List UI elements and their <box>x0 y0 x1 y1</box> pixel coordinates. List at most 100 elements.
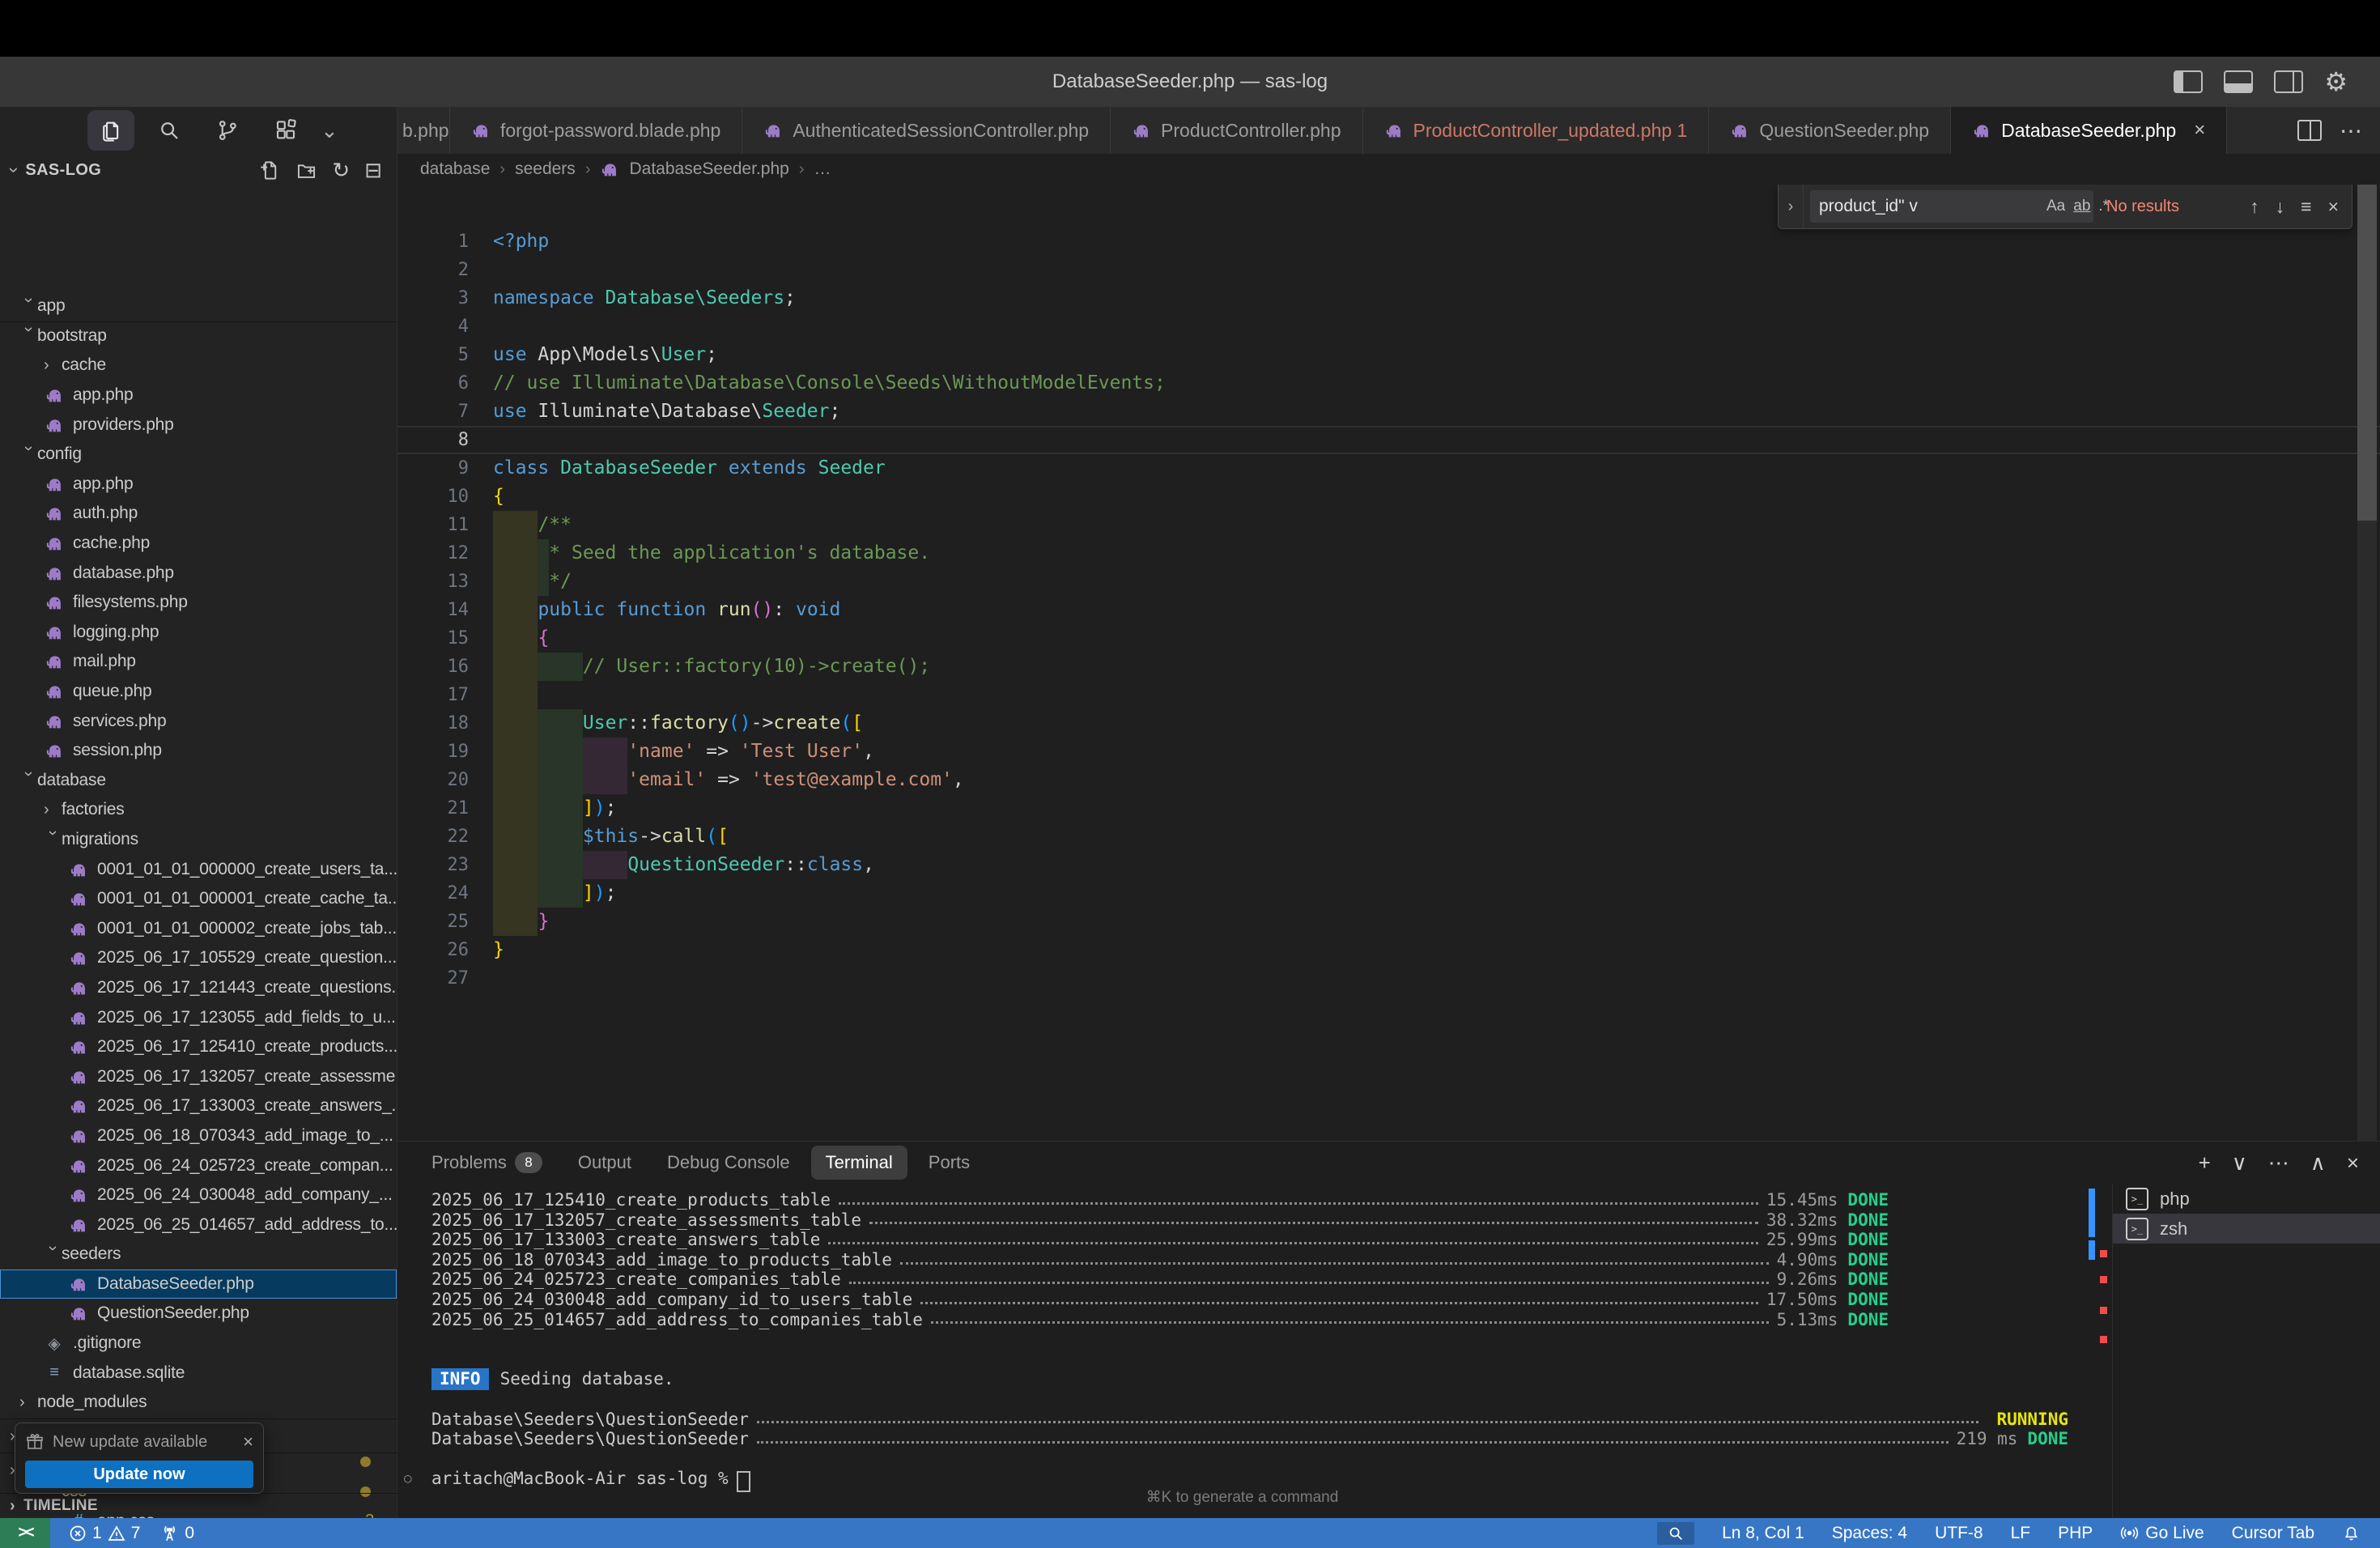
toggle-sidebar-icon[interactable] <box>2174 70 2203 93</box>
code-line-11[interactable]: 11/** <box>397 511 2380 539</box>
code-line-10[interactable]: 10{ <box>397 483 2380 511</box>
tree-item-2025-06-17-132057-create-assessme-[interactable]: 2025_06_17_132057_create_assessme... <box>0 1061 397 1091</box>
code-line-26[interactable]: 26} <box>397 936 2380 964</box>
next-match-icon[interactable]: ↓ <box>2276 196 2285 218</box>
title-bar[interactable]: DatabaseSeeder.php — sas-log ⚙ <box>0 57 2380 107</box>
tree-item-cache-php[interactable]: cache.php <box>0 529 397 559</box>
panel-tab-terminal[interactable]: Terminal <box>811 1146 907 1180</box>
code-line-22[interactable]: 22$this->call([ <box>397 823 2380 851</box>
status-item-go-live[interactable]: Go Live <box>2120 1524 2204 1543</box>
code-line-18[interactable]: 18User::factory()->create([ <box>397 709 2380 738</box>
code-line-17[interactable]: 17 <box>397 681 2380 709</box>
breadcrumb-item[interactable]: … <box>814 159 831 179</box>
notification-close-icon[interactable]: × <box>243 1431 253 1452</box>
tree-item-queue-php[interactable]: queue.php <box>0 677 397 707</box>
settings-gear-icon[interactable]: ⚙ <box>2324 69 2348 95</box>
split-editor-icon[interactable] <box>2297 120 2322 141</box>
tree-item-database-php[interactable]: database.php <box>0 558 397 588</box>
code-line-7[interactable]: 7use Illuminate\Database\Seeder; <box>397 398 2380 426</box>
explorer-header[interactable]: › SAS-LOG ↻ ⊟ <box>0 154 397 186</box>
new-terminal-icon[interactable]: + <box>2199 1150 2211 1176</box>
extensions-icon[interactable] <box>262 110 309 151</box>
terminal-scroll-decorations[interactable] <box>2087 1184 2110 1518</box>
tree-item-2025-06-24-025723-create-compan-[interactable]: 2025_06_24_025723_create_compan... <box>0 1150 397 1180</box>
code-line-13[interactable]: 13 */ <box>397 568 2380 596</box>
tree-item-bootstrap[interactable]: ›bootstrap <box>0 321 397 351</box>
code-line-20[interactable]: 20'email' => 'test@example.com', <box>397 766 2380 794</box>
tab-b-php[interactable]: b.php <box>397 107 450 154</box>
tree-item-2025-06-17-125410-create-products-[interactable]: 2025_06_17_125410_create_products... <box>0 1032 397 1062</box>
tree-item-database-sqlite[interactable]: ≡database.sqlite <box>0 1358 397 1388</box>
tab-authenticatedsessioncontroller-php[interactable]: AuthenticatedSessionController.php <box>742 107 1111 154</box>
tree-item-2025-06-24-030048-add-company-[interactable]: 2025_06_24_030048_add_company_... <box>0 1180 397 1210</box>
editor-scrollbar[interactable] <box>2357 185 2377 1142</box>
whole-word-icon[interactable]: ab <box>2073 198 2090 215</box>
tree-item-providers-php[interactable]: providers.php <box>0 410 397 440</box>
tree-item-auth-php[interactable]: auth.php <box>0 499 397 529</box>
breadcrumb-item[interactable]: DatabaseSeeder.php <box>629 159 788 179</box>
breadcrumb-item[interactable]: database <box>420 159 490 179</box>
panel-tab-debug-console[interactable]: Debug Console <box>652 1146 805 1180</box>
code-line-1[interactable]: 1<?php <box>397 228 2380 256</box>
tree-item-2025-06-17-105529-create-question-[interactable]: 2025_06_17_105529_create_question... <box>0 943 397 973</box>
terminal-instance-zsh[interactable]: >_zsh <box>2113 1214 2380 1244</box>
find-in-selection-icon[interactable]: ≡ <box>2301 196 2311 218</box>
ports-status[interactable]: 0 <box>159 1523 194 1543</box>
editor-more-actions-icon[interactable]: ⋯ <box>2340 117 2362 144</box>
maximize-panel-icon[interactable]: ∧ <box>2310 1150 2326 1176</box>
terminal-instance-php[interactable]: >_php <box>2113 1184 2380 1214</box>
editor-scrollbar-thumb[interactable] <box>2357 185 2377 521</box>
code-editor[interactable]: 1<?php23namespace Database\Seeders;45use… <box>397 185 2380 1142</box>
tree-item-node-modules[interactable]: ›node_modules <box>0 1388 397 1418</box>
code-line-23[interactable]: 23QuestionSeeder::class, <box>397 851 2380 879</box>
tree-item-cache[interactable]: ›cache <box>0 351 397 381</box>
tree-item-database[interactable]: ›database <box>0 766 397 796</box>
refresh-explorer-icon[interactable]: ↻ <box>332 159 350 181</box>
code-line-27[interactable]: 27 <box>397 964 2380 993</box>
find-close-icon[interactable]: × <box>2328 196 2339 218</box>
status-item-search[interactable] <box>1657 1522 1694 1545</box>
breadcrumb[interactable]: database›seeders›DatabaseSeeder.php›… <box>397 154 2380 185</box>
tree-item-app-php[interactable]: app.php <box>0 381 397 410</box>
panel-tab-output[interactable]: Output <box>563 1146 646 1180</box>
code-line-21[interactable]: 21]); <box>397 794 2380 823</box>
collapse-folders-icon[interactable]: ⊟ <box>364 159 382 181</box>
problems-status[interactable]: 1 7 <box>68 1524 140 1543</box>
tab-questionseeder-php[interactable]: QuestionSeeder.php <box>1709 107 1951 154</box>
status-item-cursor-tab[interactable]: Cursor Tab <box>2232 1524 2314 1543</box>
tree-item-services-php[interactable]: services.php <box>0 706 397 736</box>
code-line-5[interactable]: 5use App\Models\User; <box>397 341 2380 369</box>
tree-item-factories[interactable]: ›factories <box>0 795 397 825</box>
code-line-24[interactable]: 24]); <box>397 879 2380 908</box>
status-item-ln-8-col-1[interactable]: Ln 8, Col 1 <box>1722 1524 1804 1543</box>
code-line-19[interactable]: 19'name' => 'Test User', <box>397 738 2380 766</box>
code-line-9[interactable]: 9class DatabaseSeeder extends Seeder <box>397 454 2380 483</box>
panel-tab-problems[interactable]: Problems8 <box>417 1146 557 1180</box>
code-line-16[interactable]: 16// User::factory(10)->create(); <box>397 653 2380 681</box>
new-folder-icon[interactable] <box>295 159 317 181</box>
tree-item-app-php[interactable]: app.php <box>0 470 397 500</box>
status-item-php[interactable]: PHP <box>2058 1524 2093 1543</box>
code-line-14[interactable]: 14public function run(): void <box>397 596 2380 624</box>
status-item-bell[interactable] <box>2342 1524 2361 1542</box>
find-input[interactable] <box>1819 197 2038 216</box>
code-line-4[interactable]: 4 <box>397 313 2380 341</box>
tree-item-0001-01-01-000000-create-users-ta-[interactable]: 0001_01_01_000000_create_users_ta... <box>0 854 397 884</box>
toggle-panel-icon[interactable] <box>2224 70 2253 93</box>
tab-forgot-password-blade-php[interactable]: forgot-password.blade.php <box>450 107 742 154</box>
previous-match-icon[interactable]: ↑ <box>2250 196 2259 218</box>
terminal-output[interactable]: 2025_06_17_125410_create_products_table1… <box>397 1184 2087 1518</box>
tab-productcontroller-updated-php-1[interactable]: ProductController_updated.php 1 <box>1363 107 1710 154</box>
panel-tab-ports[interactable]: Ports <box>914 1146 984 1180</box>
source-control-icon[interactable] <box>204 110 251 151</box>
tree-item-questionseeder-php[interactable]: QuestionSeeder.php <box>0 1299 397 1329</box>
remote-indicator[interactable]: >< <box>0 1518 50 1548</box>
tab-productcontroller-php[interactable]: ProductController.php <box>1111 107 1362 154</box>
tree-item-config[interactable]: ›config <box>0 440 397 470</box>
code-line-12[interactable]: 12 * Seed the application's database. <box>397 539 2380 568</box>
tree-item-2025-06-17-121443-create-questions-[interactable]: 2025_06_17_121443_create_questions... <box>0 973 397 1003</box>
panel-more-actions-icon[interactable]: ⋯ <box>2268 1150 2289 1176</box>
code-line-25[interactable]: 25} <box>397 908 2380 936</box>
code-line-2[interactable]: 2 <box>397 256 2380 284</box>
tree-item-2025-06-18-070343-add-image-to-[interactable]: 2025_06_18_070343_add_image_to_... <box>0 1121 397 1151</box>
